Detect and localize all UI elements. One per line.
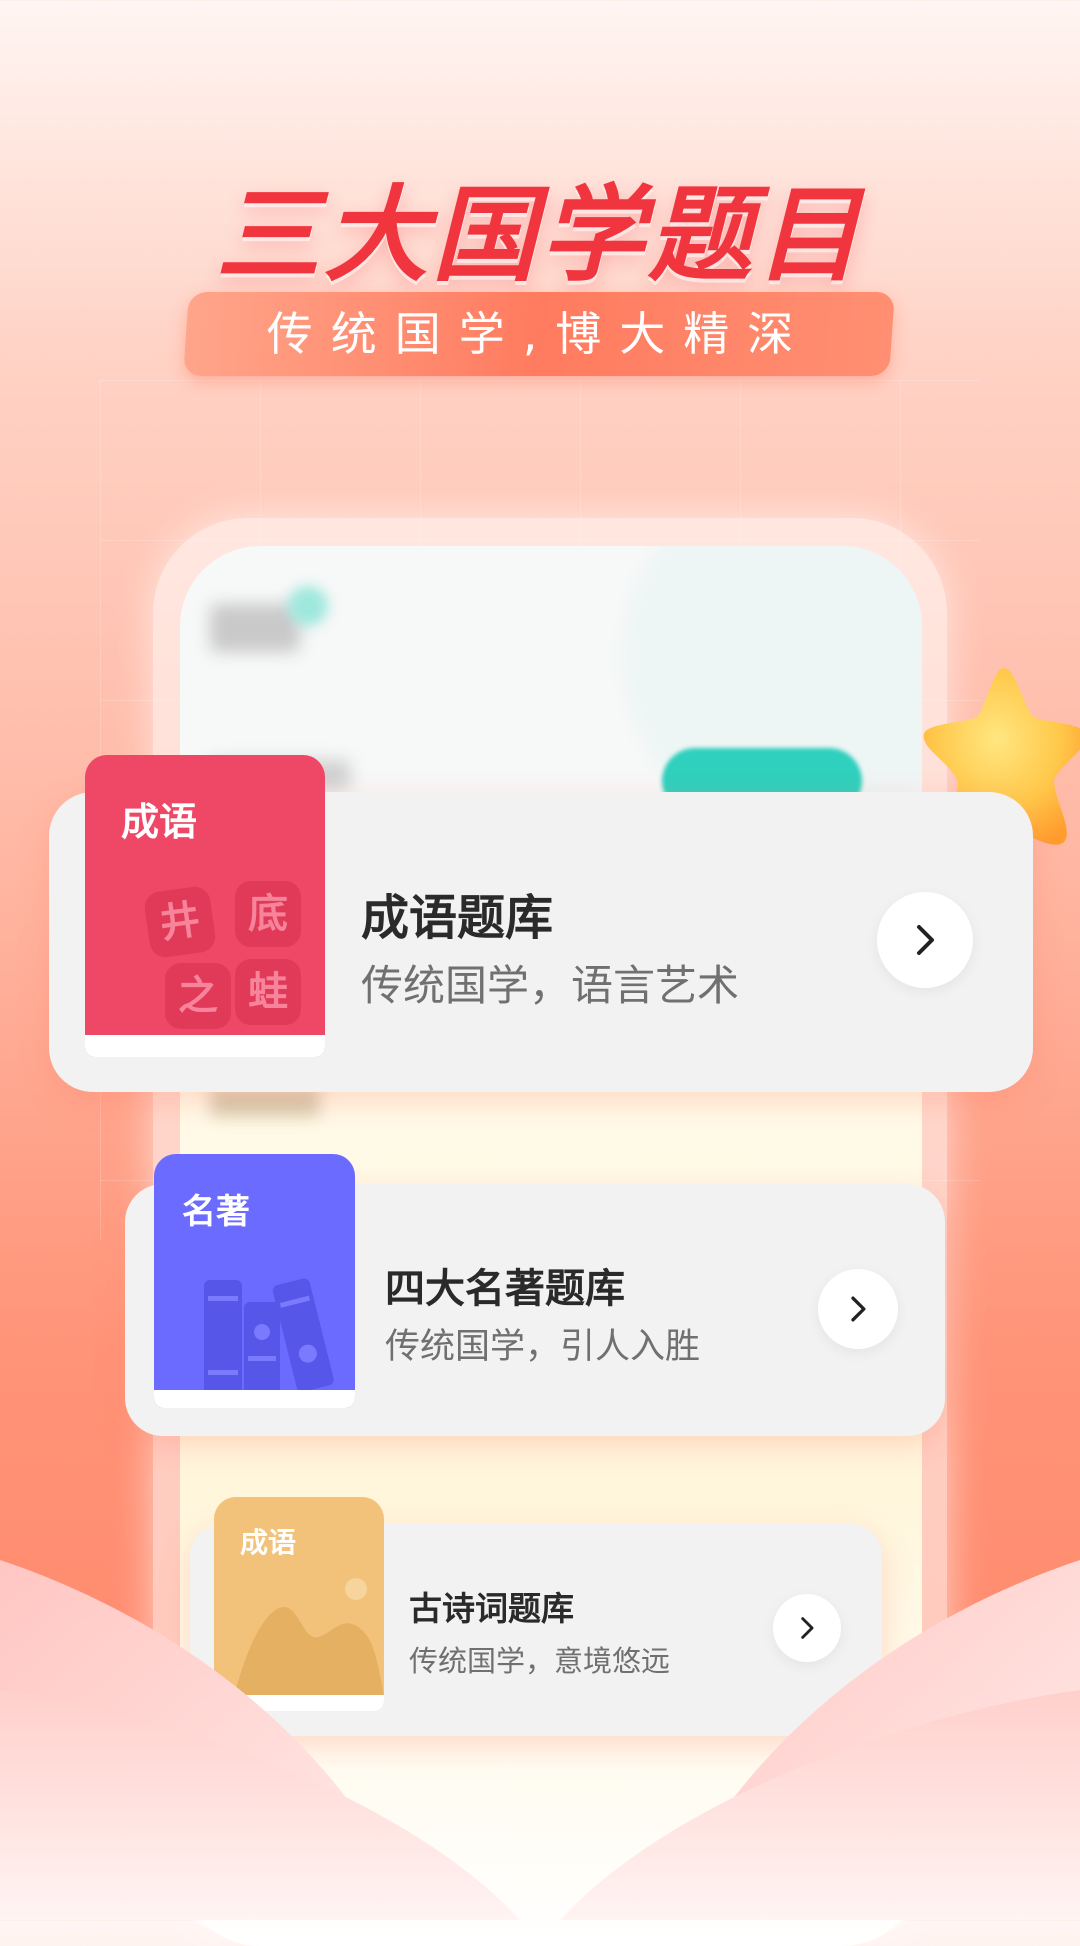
card-subtitle: 传统国学，引人入胜 [385,1327,701,1367]
blurred-title [210,604,300,652]
idiom-char: 之 [165,963,231,1029]
open-idiom-bank-button[interactable] [877,892,973,988]
page-headline: 三大国学题目 [215,174,864,296]
blurred-dot [288,586,328,626]
cover-tag: 名著 [182,1192,250,1232]
open-classics-bank-button[interactable] [818,1269,898,1349]
idiom-char: 井 [142,884,218,960]
books-icon [204,1278,334,1394]
idiom-char: 底 [235,881,301,947]
card-title: 四大名著题库 [385,1266,625,1312]
idiom-char: 蛙 [235,959,301,1025]
card-subtitle: 传统国学，语言艺术 [361,961,740,1010]
chevron-right-icon [851,1296,866,1322]
card-title: 成语题库 [361,890,554,946]
cover-tag: 成语 [121,800,198,844]
lotus-petals [0,1560,1080,1920]
cover-base [85,1035,325,1057]
idiom-book-cover: 成语 井 底 之 蛙 [85,755,325,1057]
subtitle-ribbon-text: 传统国学,博大精深 [266,307,812,361]
chevron-right-icon [917,925,934,955]
classics-book-cover: 名著 [154,1154,355,1408]
cover-base [154,1390,355,1408]
